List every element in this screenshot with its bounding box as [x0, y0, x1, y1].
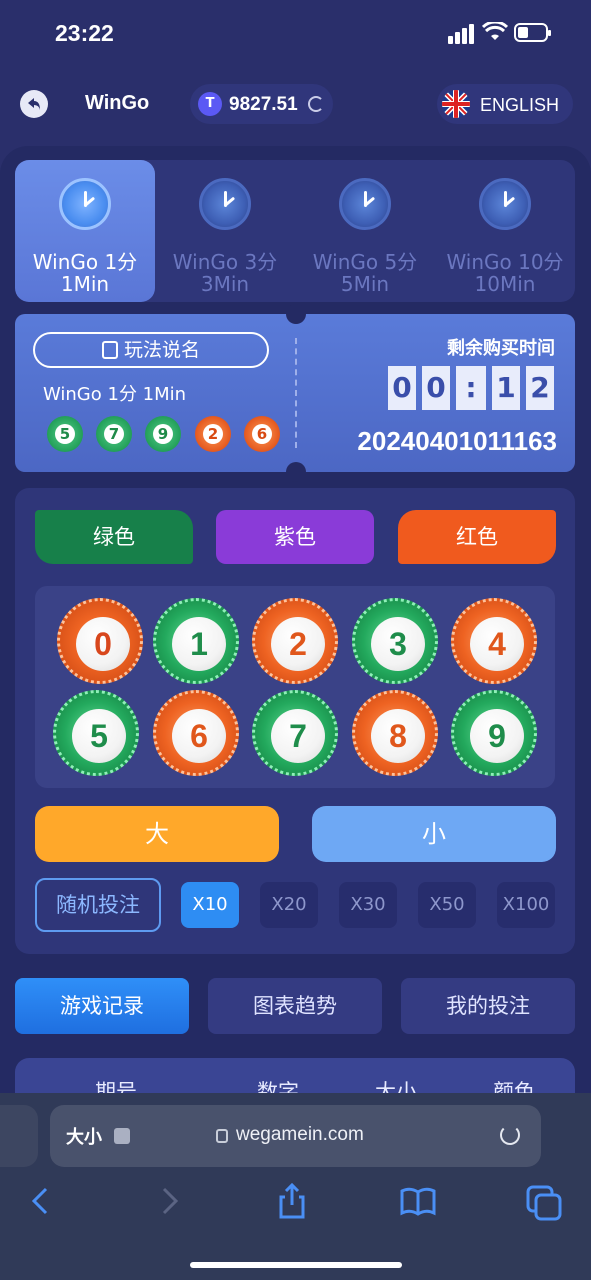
status-time: 23:22 — [55, 20, 114, 46]
tab-sublabel: 3Min — [200, 272, 250, 296]
reload-icon[interactable] — [500, 1125, 520, 1145]
random-bet-button[interactable]: 随机投注 — [35, 878, 161, 932]
tab-label: WinGo 1分 — [32, 250, 138, 274]
betting-panel: 绿色 紫色 红色 0 1 2 3 4 5 6 7 8 9 大 小 随机投注 X1… — [15, 488, 575, 954]
previous-tab-stub[interactable] — [0, 1105, 38, 1167]
number-ball-7[interactable]: 7 — [252, 690, 338, 776]
number-ball-2[interactable]: 2 — [252, 598, 338, 684]
history-tabs: 游戏记录 图表趋势 我的投注 — [15, 978, 575, 1034]
clock-icon — [199, 178, 251, 230]
current-game-name: WinGo 1分 1Min — [43, 384, 187, 405]
back-button[interactable] — [20, 90, 48, 118]
lock-icon — [216, 1129, 228, 1143]
clock-icon — [339, 178, 391, 230]
refresh-icon[interactable] — [308, 96, 324, 112]
tab-sublabel: 1Min — [60, 272, 110, 296]
remaining-time-label: 剩余购买时间 — [447, 338, 555, 359]
tab-label: WinGo 10分 — [446, 250, 564, 274]
game-mode-tabs: WinGo 1分 1Min WinGo 3分 3Min WinGo 5分 5Mi… — [15, 160, 575, 302]
bet-violet-button[interactable]: 紫色 — [216, 510, 374, 564]
countdown-digit: 2 — [526, 366, 554, 410]
tab-game-history[interactable]: 游戏记录 — [15, 978, 189, 1034]
recent-result-ball: 7 — [96, 416, 132, 452]
tabs-icon[interactable] — [524, 1181, 564, 1221]
multiplier-x10[interactable]: X10 — [181, 882, 239, 928]
number-ball-5[interactable]: 5 — [53, 690, 139, 776]
recent-result-ball: 6 — [244, 416, 280, 452]
home-indicator — [190, 1262, 402, 1268]
recent-result-ball: 2 — [195, 416, 231, 452]
countdown-digit: 1 — [492, 366, 520, 410]
tab-label: WinGo 3分 — [172, 250, 278, 274]
bookmarks-icon[interactable] — [398, 1181, 438, 1221]
number-ball-1[interactable]: 1 — [153, 598, 239, 684]
clock-icon — [59, 178, 111, 230]
bet-small-button[interactable]: 小 — [312, 806, 556, 862]
browser-toolbar: 大小 wegamein.com — [0, 1093, 591, 1280]
tab-wingo-1min[interactable]: WinGo 1分 1Min — [15, 160, 155, 302]
tab-wingo-10min[interactable]: WinGo 10分 10Min — [435, 160, 575, 302]
page-title: WinGo — [85, 92, 150, 114]
tab-my-bets[interactable]: 我的投注 — [401, 978, 575, 1034]
countdown-separator: : — [456, 366, 486, 410]
countdown-digit: 0 — [388, 366, 416, 410]
share-icon[interactable] — [272, 1181, 312, 1221]
tab-label: WinGo 5分 — [312, 250, 418, 274]
back-nav-icon[interactable] — [22, 1181, 62, 1221]
multiplier-x30[interactable]: X30 — [339, 882, 397, 928]
wifi-icon — [482, 22, 508, 40]
forward-nav-icon[interactable] — [148, 1181, 188, 1221]
text-size-button[interactable]: 大小 — [66, 1123, 102, 1149]
bet-green-button[interactable]: 绿色 — [35, 510, 193, 564]
uk-flag-icon — [442, 90, 470, 118]
number-ball-8[interactable]: 8 — [352, 690, 438, 776]
coin-icon: T — [198, 92, 222, 116]
extension-icon[interactable] — [114, 1128, 130, 1144]
ticket-divider — [295, 338, 297, 448]
number-ball-0[interactable]: 0 — [57, 598, 143, 684]
multiplier-x50[interactable]: X50 — [418, 882, 476, 928]
issue-number: 20240401011163 — [357, 426, 557, 456]
language-selector[interactable]: ENGLISH — [437, 84, 573, 124]
tab-wingo-5min[interactable]: WinGo 5分 5Min — [295, 160, 435, 302]
balance-amount: 9827.51 — [229, 94, 298, 115]
recent-result-ball: 5 — [47, 416, 83, 452]
recent-result-ball: 9 — [145, 416, 181, 452]
how-to-play-label: 玩法说名 — [123, 339, 200, 361]
address-bar[interactable]: 大小 wegamein.com — [50, 1105, 541, 1167]
ticket-notch — [286, 304, 306, 324]
round-ticket: 玩法说名 WinGo 1分 1Min 5 7 9 2 6 剩余购买时间 0 0 … — [15, 304, 575, 482]
multiplier-x20[interactable]: X20 — [260, 882, 318, 928]
tab-sublabel: 5Min — [340, 272, 390, 296]
url-text: wegamein.com — [236, 1124, 364, 1145]
language-label: ENGLISH — [480, 95, 560, 115]
number-ball-3[interactable]: 3 — [352, 598, 438, 684]
how-to-play-button[interactable]: 玩法说名 — [33, 332, 269, 368]
number-ball-4[interactable]: 4 — [451, 598, 537, 684]
tab-wingo-3min[interactable]: WinGo 3分 3Min — [155, 160, 295, 302]
rules-icon — [101, 341, 118, 359]
battery-icon — [514, 23, 551, 42]
clock-icon — [479, 178, 531, 230]
tab-sublabel: 10Min — [474, 272, 536, 296]
back-arrow-icon — [28, 98, 40, 110]
multiplier-x100[interactable]: X100 — [497, 882, 555, 928]
top-bar: WinGo T 9827.51 ENGLISH — [0, 80, 591, 130]
tab-chart-trend[interactable]: 图表趋势 — [208, 978, 382, 1034]
balance-pill: T 9827.51 — [190, 84, 333, 124]
status-bar: 23:22 — [0, 0, 591, 66]
countdown-digit: 0 — [422, 366, 450, 410]
number-ball-9[interactable]: 9 — [451, 690, 537, 776]
bet-big-button[interactable]: 大 — [35, 806, 279, 862]
number-ball-grid: 0 1 2 3 4 5 6 7 8 9 — [35, 586, 555, 788]
bet-red-button[interactable]: 红色 — [398, 510, 556, 564]
signal-icon — [448, 24, 476, 44]
number-ball-6[interactable]: 6 — [153, 690, 239, 776]
ticket-notch — [286, 462, 306, 482]
